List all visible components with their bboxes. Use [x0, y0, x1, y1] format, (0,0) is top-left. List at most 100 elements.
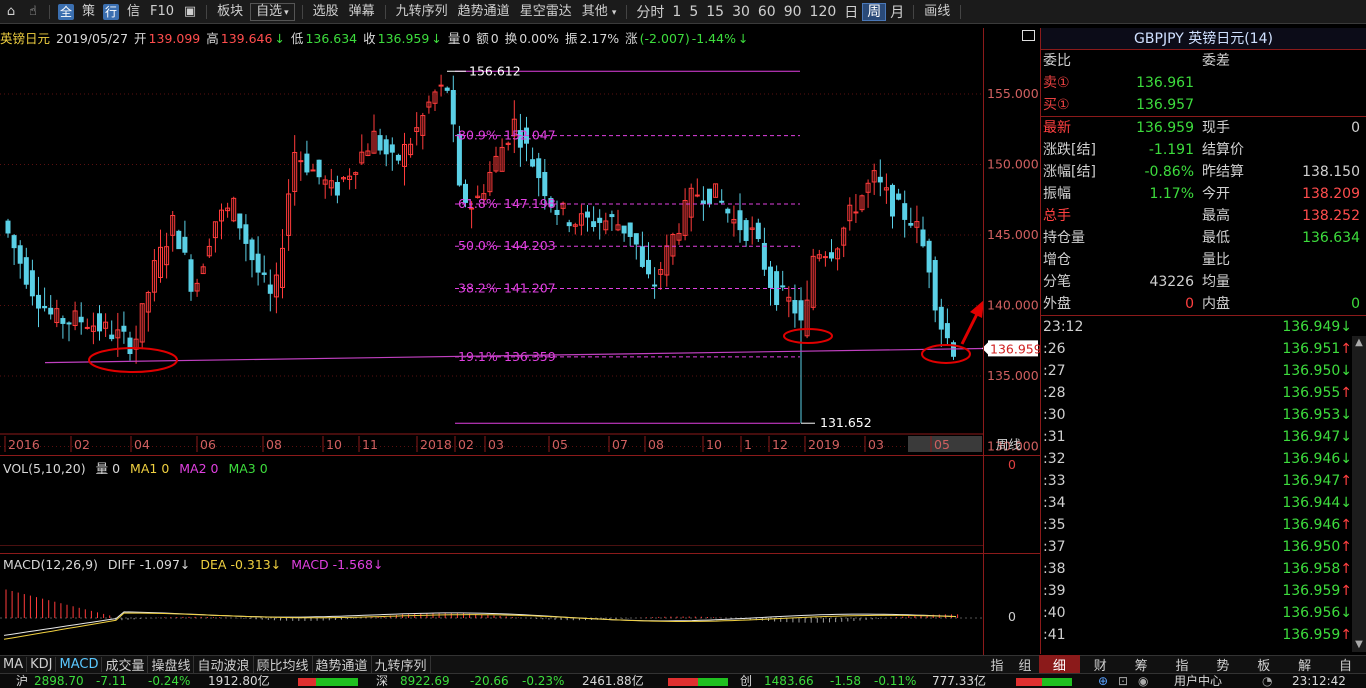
period-month[interactable]: 月 [886, 2, 908, 22]
sector-button[interactable]: 板块 [212, 1, 248, 23]
stat-label: 分笔 [1043, 274, 1071, 290]
period-90min[interactable]: 90 [780, 4, 806, 20]
cy-label: 创 [740, 674, 753, 688]
trend-channel-button[interactable]: 趋势通道 [453, 1, 515, 23]
period-120min[interactable]: 120 [806, 4, 841, 20]
indicator-tab[interactable]: 成交量 [102, 655, 149, 674]
candle-body [237, 213, 243, 229]
quote-button[interactable]: 行 [103, 3, 120, 20]
indicator-tab[interactable]: KDJ [27, 657, 57, 672]
indicator-tab[interactable]: 自动波浪 [194, 655, 254, 674]
ma3-value: 0 [259, 461, 268, 476]
watchlist-select[interactable]: 自选 ▾ [250, 2, 295, 21]
period-60min[interactable]: 60 [754, 4, 780, 20]
stat-label-2: 量比 [1202, 252, 1230, 268]
pointer-icon[interactable]: ☝ [22, 1, 44, 23]
candle-body [938, 306, 944, 330]
indicator-tab[interactable]: MACD [56, 657, 103, 672]
tick-row: :41 136.959↑ [1041, 624, 1366, 646]
sh-index[interactable]: 2898.70 [34, 674, 84, 688]
volume-baseline [0, 545, 983, 546]
window-icon[interactable]: ▣ [179, 1, 201, 23]
chat-icon[interactable]: ⊡ [1118, 674, 1128, 688]
tick-row: :39 136.959↑ [1041, 580, 1366, 602]
panel-tab[interactable]: 自 [1325, 655, 1366, 674]
tick-price-value: 136.959 [1282, 627, 1341, 643]
stat-value-2: 138.150 [1302, 164, 1360, 180]
star-radar-button[interactable]: 星空雷达 [515, 1, 577, 23]
indicator-tab[interactable]: MA [0, 657, 28, 672]
indicator-tab[interactable]: 操盘线 [148, 655, 195, 674]
axis-tab[interactable]: 指 [983, 655, 1011, 674]
axis-tab[interactable]: 组 [1011, 655, 1039, 674]
candle-body [11, 235, 17, 249]
tick-row: :27 136.950↓ [1041, 360, 1366, 382]
candle-body [725, 208, 731, 214]
panel-tab[interactable]: 细 [1039, 655, 1080, 674]
stat-label: 最新 [1043, 120, 1071, 136]
period-15min[interactable]: 15 [702, 4, 728, 20]
nine-turn-button[interactable]: 九转序列 [391, 1, 453, 23]
draw-line-button[interactable]: 画线 [919, 1, 955, 23]
period-5min[interactable]: 5 [685, 4, 702, 20]
quick-all-button[interactable]: 全 [58, 3, 74, 20]
bell-icon[interactable]: ◉ [1138, 674, 1148, 688]
quote-stat-row: 外盘 0 内盘 0 [1041, 293, 1366, 315]
panel-tab[interactable]: 财 [1080, 655, 1121, 674]
panel-tab[interactable]: 板 [1243, 655, 1284, 674]
strategy-button[interactable]: 策 [77, 1, 100, 23]
sz-index[interactable]: 8922.69 [400, 674, 450, 688]
indicator-tab[interactable]: 顾比均线 [254, 655, 313, 674]
search-icon[interactable]: ⊕ [1098, 674, 1108, 688]
price-chart[interactable]: 155.000150.000145.000140.000135.000130.0… [0, 28, 1040, 454]
cy-amount: 777.33亿 [932, 674, 986, 688]
candle-body [542, 171, 548, 197]
panel-tab[interactable]: 势 [1203, 655, 1244, 674]
tick-scrollbar[interactable]: ▲ ▼ [1352, 336, 1366, 652]
macd-pane[interactable]: MACD(12,26,9) DIFF -1.097↓ DEA -0.313↓ M… [0, 553, 983, 655]
tick-direction: ↑ [1340, 517, 1352, 533]
cy-index[interactable]: 1483.66 [764, 674, 814, 688]
tick-price-value: 136.946 [1282, 517, 1341, 533]
indicator-tab[interactable]: 趋势通道 [313, 655, 372, 674]
other-menu-button[interactable]: 其他 ▾ [577, 1, 622, 23]
user-center-link[interactable]: 用户中心 [1174, 674, 1222, 688]
scroll-up-icon[interactable]: ▲ [1352, 336, 1366, 350]
candle-body [243, 224, 249, 244]
period-intraday[interactable]: 分时 [632, 2, 668, 22]
indicator-tab[interactable]: 九转序列 [372, 655, 431, 674]
tick-row: :32 136.946↓ [1041, 448, 1366, 470]
panel-tab[interactable]: 筹 [1121, 655, 1162, 674]
quote-panel: GBPJPY 英镑日元(14) 委比 委差 卖① 136.961 买① 136.957 最… [1040, 28, 1366, 654]
period-30min[interactable]: 30 [728, 4, 754, 20]
tick-row: :30 136.953↓ [1041, 404, 1366, 426]
candle-body [633, 233, 639, 245]
panel-tab[interactable]: 解 [1284, 655, 1325, 674]
period-1min[interactable]: 1 [668, 4, 685, 20]
scroll-down-icon[interactable]: ▼ [1352, 638, 1366, 652]
period-week[interactable]: 周 [862, 2, 887, 21]
x-tick-label: 04 [134, 437, 150, 452]
f10-button[interactable]: F10 [145, 1, 179, 23]
tick-price: 136.949↓ [1282, 316, 1352, 338]
candle-body [316, 159, 322, 178]
home-icon[interactable]: ⌂ [0, 1, 22, 23]
stock-picker-button[interactable]: 选股 [308, 1, 344, 23]
volume-pane[interactable]: VOL(5,10,20) 量 0 MA1 0 MA2 0 MA3 0 [0, 455, 983, 553]
period-day[interactable]: 日 [840, 2, 862, 22]
tick-time: :37 [1043, 539, 1066, 555]
barrage-button[interactable]: 弹幕 [344, 1, 380, 23]
info-button[interactable]: 信 [122, 1, 145, 23]
top-toolbar: ⌂ ☝ 全 策 行 信 F10 ▣ 板块 自选 ▾ 选股 弹幕 九转序列 趋势通道… [0, 0, 1366, 24]
bar-date: 2019/05/27 [56, 31, 129, 46]
expand-icon[interactable] [1022, 30, 1035, 41]
close-label: 收 [363, 31, 376, 46]
x-tick-label: 2019 [808, 437, 840, 452]
panel-tab[interactable]: 指 [1162, 655, 1203, 674]
tick-time: :33 [1043, 473, 1066, 489]
tick-list[interactable]: 23:12 136.949↓:26 136.951↑:27 136.950↓:28 13… [1041, 316, 1366, 646]
fib-value: 136.359 [504, 349, 556, 364]
candle-body [536, 158, 542, 179]
tick-price-value: 136.950 [1282, 363, 1341, 379]
fib-label: 50.0% [458, 238, 498, 253]
